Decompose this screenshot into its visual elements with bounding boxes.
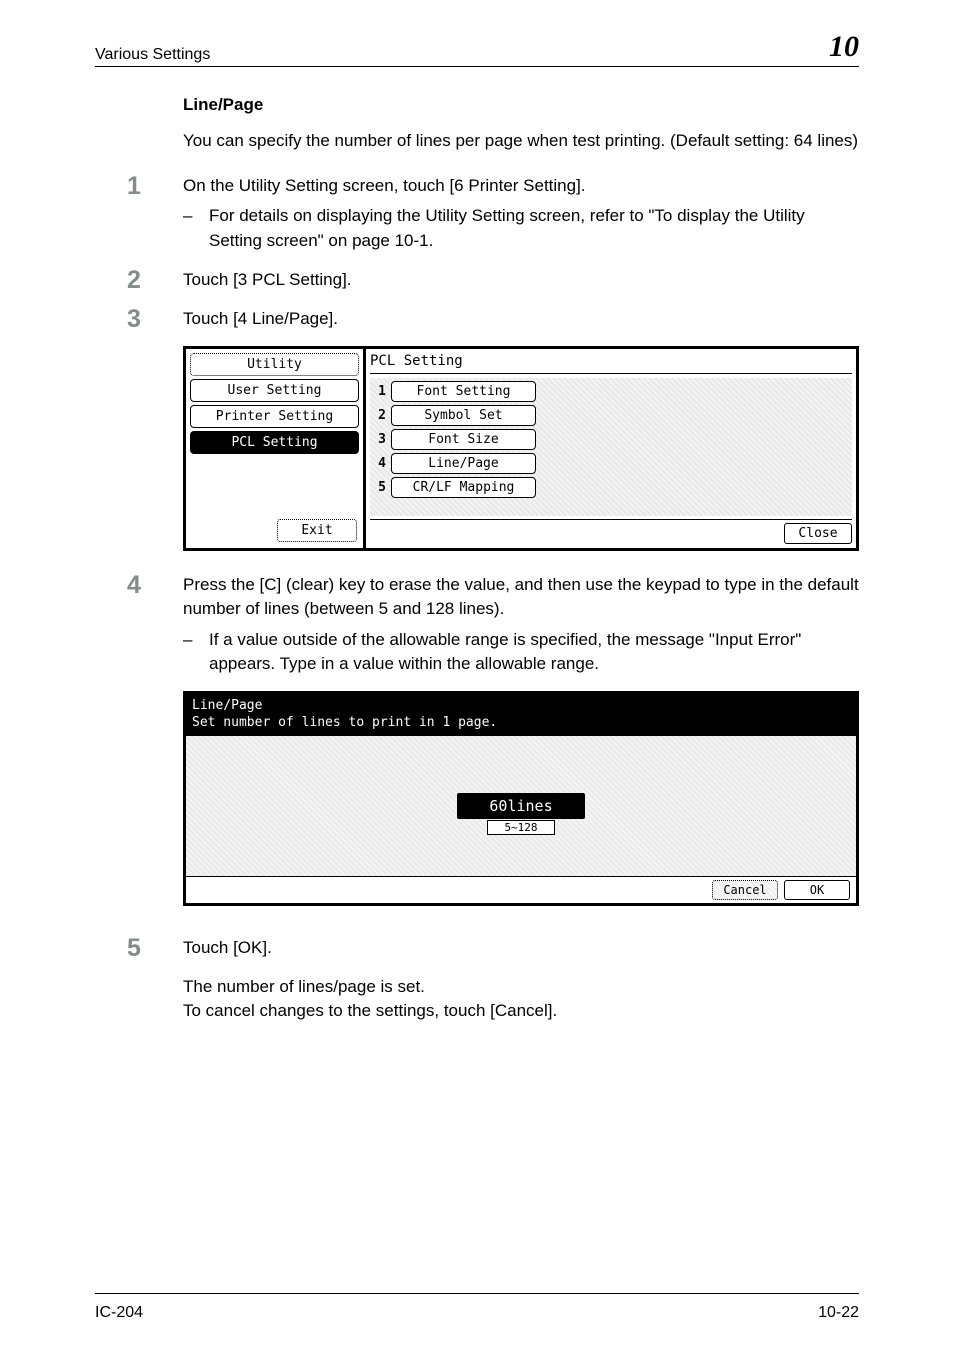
running-header: Various Settings bbox=[95, 46, 210, 64]
step-number-3: 3 bbox=[127, 307, 183, 332]
menu-line-page[interactable]: Line/Page bbox=[391, 453, 536, 474]
step-5-text: Touch [OK]. bbox=[183, 938, 272, 957]
exit-button[interactable]: Exit bbox=[277, 519, 357, 542]
step-number-4: 4 bbox=[127, 573, 183, 678]
menu-symbol-set[interactable]: Symbol Set bbox=[391, 405, 536, 426]
breadcrumb-utility[interactable]: Utility bbox=[190, 353, 359, 376]
cancel-button[interactable]: Cancel bbox=[712, 880, 778, 900]
step-4-text: Press the [C] (clear) key to erase the v… bbox=[183, 575, 859, 619]
range-label: 5~128 bbox=[487, 820, 554, 835]
step-number-5: 5 bbox=[127, 936, 183, 1024]
menu-font-setting[interactable]: Font Setting bbox=[391, 381, 536, 402]
menu-num-1: 1 bbox=[373, 384, 391, 399]
dialog-subtitle: Set number of lines to print in 1 page. bbox=[192, 715, 850, 732]
panel-title: PCL Setting bbox=[370, 351, 852, 374]
menu-num-3: 3 bbox=[373, 432, 391, 447]
menu-num-5: 5 bbox=[373, 480, 391, 495]
step-1-text: On the Utility Setting screen, touch [6 … bbox=[183, 176, 586, 195]
step-3-text: Touch [4 Line/Page]. bbox=[183, 307, 859, 332]
result-line-1: The number of lines/page is set. bbox=[183, 977, 425, 996]
step-4-subtext: If a value outside of the allowable rang… bbox=[209, 628, 859, 677]
step-number-2: 2 bbox=[127, 268, 183, 293]
breadcrumb-user-setting[interactable]: User Setting bbox=[190, 379, 359, 402]
section-heading: Line/Page bbox=[183, 95, 859, 115]
menu-font-size[interactable]: Font Size bbox=[391, 429, 536, 450]
breadcrumb-pcl-setting[interactable]: PCL Setting bbox=[190, 431, 359, 454]
menu-crlf-mapping[interactable]: CR/LF Mapping bbox=[391, 477, 536, 498]
intro-paragraph: You can specify the number of lines per … bbox=[183, 129, 859, 154]
menu-num-2: 2 bbox=[373, 408, 391, 423]
ok-button[interactable]: OK bbox=[784, 880, 850, 900]
footer-left: IC-204 bbox=[95, 1304, 143, 1322]
chapter-number: 10 bbox=[829, 30, 859, 64]
breadcrumb-printer-setting[interactable]: Printer Setting bbox=[190, 405, 359, 428]
line-page-entry-screenshot: Line/Page Set number of lines to print i… bbox=[183, 691, 859, 906]
step-2-text: Touch [3 PCL Setting]. bbox=[183, 268, 859, 293]
dialog-title: Line/Page bbox=[192, 698, 850, 715]
pcl-setting-screenshot: Utility User Setting Printer Setting PCL… bbox=[183, 346, 859, 551]
step-number-1: 1 bbox=[127, 174, 183, 254]
step-1-subtext: For details on displaying the Utility Se… bbox=[209, 204, 859, 253]
bullet-dash: – bbox=[183, 204, 209, 253]
bullet-dash: – bbox=[183, 628, 209, 677]
result-line-2: To cancel changes to the settings, touch… bbox=[183, 1001, 557, 1020]
footer-right: 10-22 bbox=[818, 1304, 859, 1322]
menu-num-4: 4 bbox=[373, 456, 391, 471]
close-button[interactable]: Close bbox=[784, 523, 852, 544]
lines-value-display: 60lines bbox=[457, 793, 584, 819]
